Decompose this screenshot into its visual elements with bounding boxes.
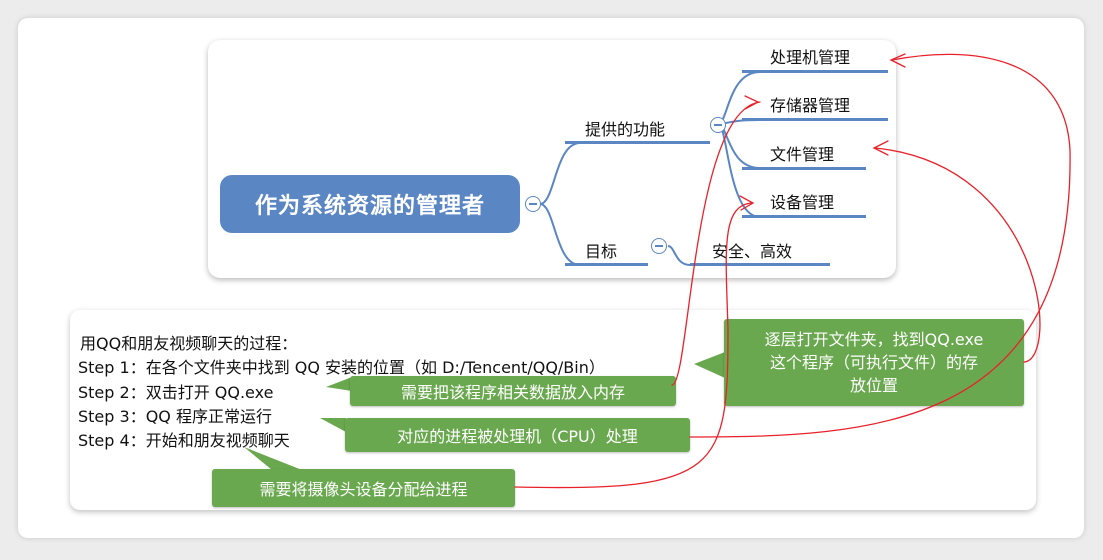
annotation-arrows xyxy=(514,53,1071,489)
